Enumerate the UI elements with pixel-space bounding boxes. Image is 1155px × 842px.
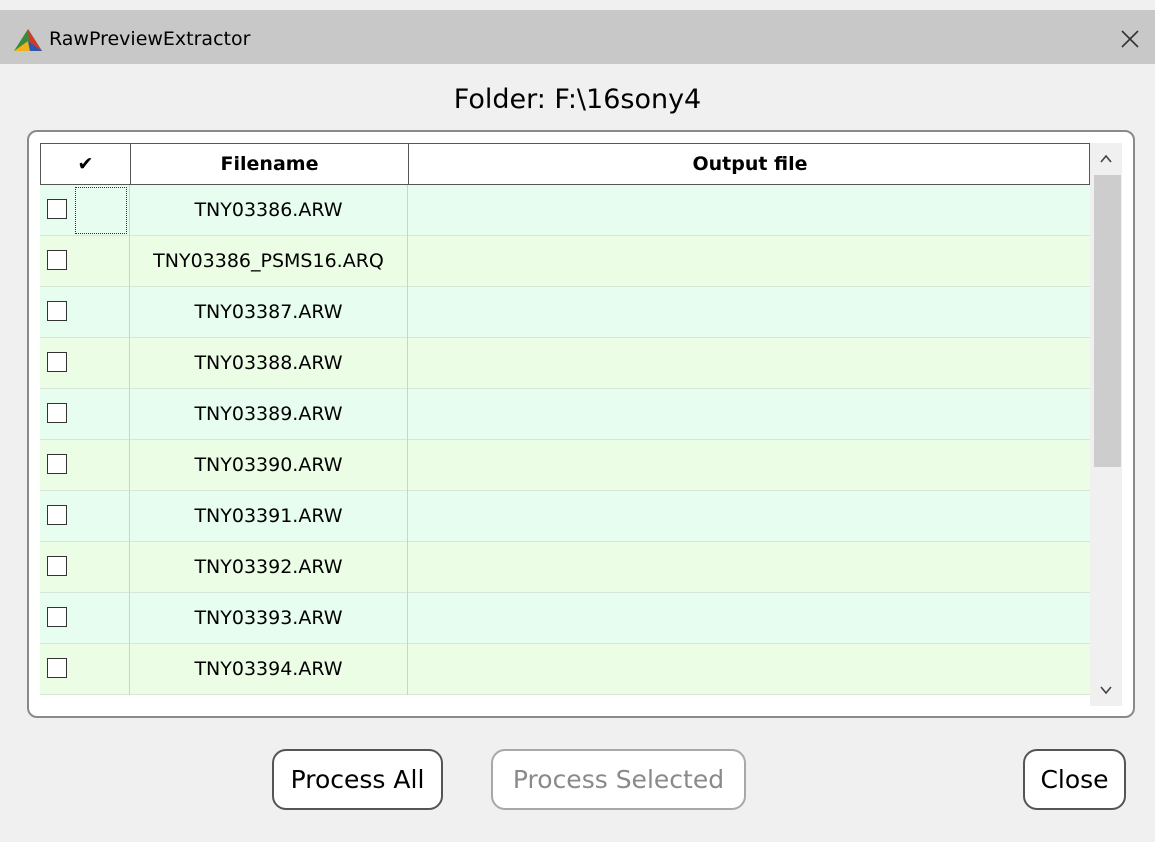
header-output-file[interactable]: Output file	[409, 144, 1090, 184]
row-check-cell	[40, 644, 130, 695]
row-checkbox[interactable]	[47, 301, 67, 321]
row-check-cell	[40, 389, 130, 440]
window-title: RawPreviewExtractor	[49, 28, 251, 50]
row-check-cell	[40, 287, 130, 338]
table-row[interactable]: TNY03388.ARW	[40, 338, 1090, 389]
row-check-cell	[40, 491, 130, 542]
row-filename[interactable]: TNY03392.ARW	[130, 542, 408, 593]
table-header: ✔ Filename Output file	[40, 143, 1090, 185]
table-row[interactable]: TNY03386.ARW	[40, 185, 1090, 236]
table-row[interactable]: TNY03391.ARW	[40, 491, 1090, 542]
row-output-file[interactable]	[408, 287, 1090, 338]
row-filename[interactable]: TNY03387.ARW	[130, 287, 408, 338]
row-filename[interactable]: TNY03386_PSMS16.ARQ	[130, 236, 408, 287]
row-checkbox[interactable]	[47, 199, 67, 219]
row-output-file[interactable]	[408, 440, 1090, 491]
row-filename[interactable]: TNY03393.ARW	[130, 593, 408, 644]
row-filename[interactable]: TNY03394.ARW	[130, 644, 408, 695]
row-output-file[interactable]	[408, 338, 1090, 389]
vertical-scrollbar[interactable]	[1090, 143, 1122, 706]
table-row[interactable]: TNY03392.ARW	[40, 542, 1090, 593]
table-row[interactable]: TNY03386_PSMS16.ARQ	[40, 236, 1090, 287]
row-output-file[interactable]	[408, 389, 1090, 440]
table-row[interactable]: TNY03393.ARW	[40, 593, 1090, 644]
row-checkbox[interactable]	[47, 607, 67, 627]
row-checkbox[interactable]	[47, 658, 67, 678]
row-filename[interactable]: TNY03391.ARW	[130, 491, 408, 542]
table-row[interactable]: TNY03390.ARW	[40, 440, 1090, 491]
row-output-file[interactable]	[408, 236, 1090, 287]
focus-indicator	[75, 187, 127, 234]
scroll-down-icon[interactable]	[1090, 676, 1122, 706]
app-icon	[14, 29, 42, 51]
row-checkbox[interactable]	[47, 352, 67, 372]
row-checkbox[interactable]	[47, 505, 67, 525]
header-check[interactable]: ✔	[41, 144, 131, 184]
process-all-button[interactable]: Process All	[272, 749, 443, 810]
process-selected-button[interactable]: Process Selected	[491, 749, 746, 810]
row-filename[interactable]: TNY03389.ARW	[130, 389, 408, 440]
row-check-cell	[40, 338, 130, 389]
row-checkbox[interactable]	[47, 556, 67, 576]
row-output-file[interactable]	[408, 542, 1090, 593]
row-checkbox[interactable]	[47, 454, 67, 474]
row-check-cell	[40, 185, 130, 236]
scrollbar-thumb[interactable]	[1094, 175, 1121, 467]
close-icon[interactable]	[1117, 26, 1143, 52]
row-check-cell	[40, 236, 130, 287]
row-check-cell	[40, 440, 130, 491]
row-check-cell	[40, 593, 130, 644]
header-filename[interactable]: Filename	[131, 144, 409, 184]
row-filename[interactable]: TNY03386.ARW	[130, 185, 408, 236]
title-bar: RawPreviewExtractor	[0, 0, 1155, 64]
folder-label: Folder: F:\16sony4	[453, 84, 702, 115]
table-row[interactable]: TNY03394.ARW	[40, 644, 1090, 695]
table-row[interactable]: TNY03389.ARW	[40, 389, 1090, 440]
scroll-up-icon[interactable]	[1090, 143, 1122, 173]
row-filename[interactable]: TNY03390.ARW	[130, 440, 408, 491]
row-output-file[interactable]	[408, 593, 1090, 644]
row-output-file[interactable]	[408, 185, 1090, 236]
row-output-file[interactable]	[408, 644, 1090, 695]
close-button[interactable]: Close	[1023, 749, 1126, 810]
row-checkbox[interactable]	[47, 250, 67, 270]
table-row[interactable]: TNY03387.ARW	[40, 287, 1090, 338]
row-output-file[interactable]	[408, 491, 1090, 542]
row-checkbox[interactable]	[47, 403, 67, 423]
row-filename[interactable]: TNY03388.ARW	[130, 338, 408, 389]
row-check-cell	[40, 542, 130, 593]
file-table: ✔ Filename Output file TNY03386.ARW TNY03…	[40, 143, 1090, 706]
